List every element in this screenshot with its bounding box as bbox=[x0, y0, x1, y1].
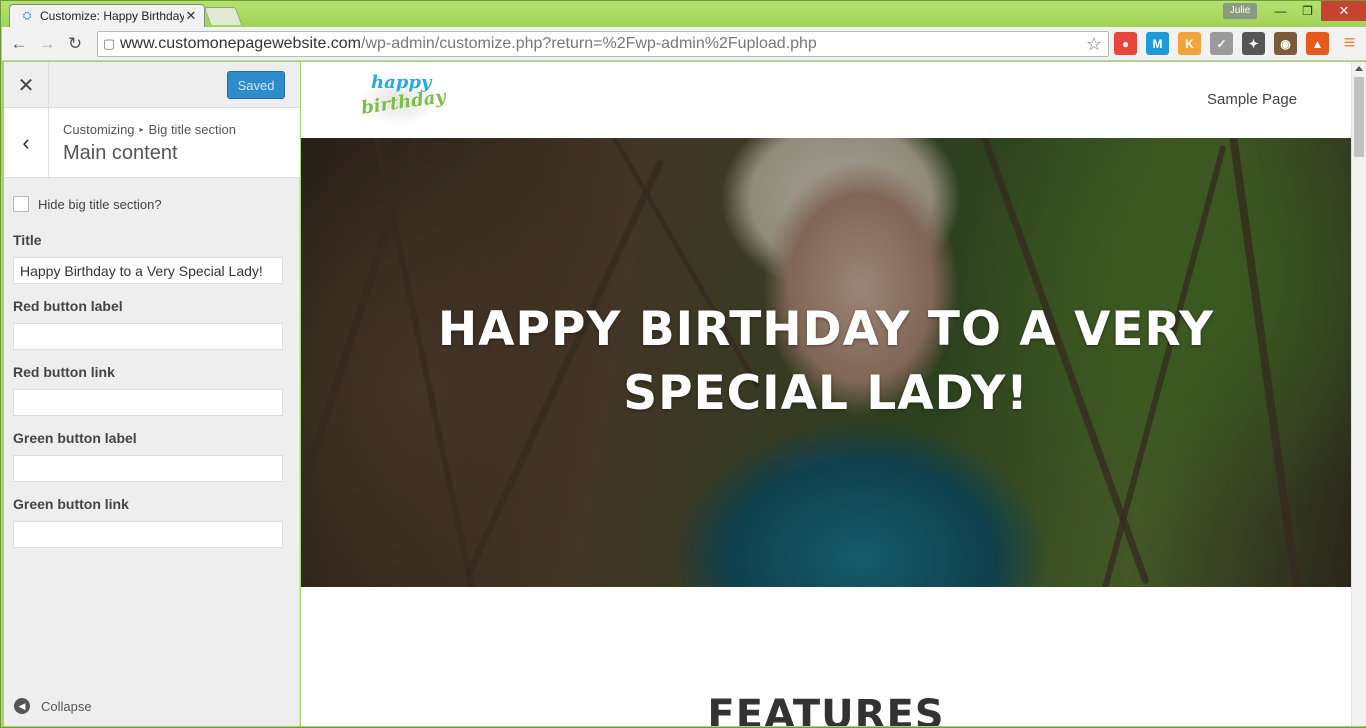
red-button-link-input[interactable] bbox=[13, 389, 283, 416]
green-button-label-label: Green button label bbox=[13, 430, 137, 446]
nav-sample-page-link[interactable]: Sample Page bbox=[1207, 91, 1297, 108]
browser-tab[interactable]: ⛭ Customize: Happy Birthday ✕ bbox=[9, 4, 205, 27]
url-domain: www.customonepagewebsite.com bbox=[120, 35, 362, 52]
wordpress-favicon-icon: ⛭ bbox=[22, 9, 32, 22]
extension-bar: ● M K ✓ ✦ ◉ ▲ ≡ bbox=[1114, 32, 1361, 55]
back-chevron-icon[interactable]: ‹ bbox=[4, 108, 49, 178]
menu-icon[interactable]: ≡ bbox=[1338, 32, 1361, 55]
site-logo[interactable]: happy birthday bbox=[359, 70, 447, 130]
camera-extension-icon[interactable]: ◉ bbox=[1274, 32, 1297, 55]
forward-arrow-icon[interactable]: → bbox=[36, 33, 58, 55]
green-button-label-input[interactable] bbox=[13, 455, 283, 482]
hide-section-label: Hide big title section? bbox=[38, 196, 162, 212]
hide-section-checkbox[interactable] bbox=[13, 196, 29, 212]
window-controls: — ❐ ✕ bbox=[1267, 1, 1366, 21]
customizer-sidebar: ✕ Saved ‹ Customizing ▸ Big title section … bbox=[4, 62, 300, 726]
collapse-arrow-icon: ◀ bbox=[14, 698, 30, 714]
browser-window: ⛭ Customize: Happy Birthday ✕ Julie — ❐ … bbox=[0, 0, 1366, 728]
features-heading: FEATURES bbox=[707, 692, 945, 726]
hero-title: HAPPY BIRTHDAY TO A VERY SPECIAL LADY! bbox=[437, 302, 1215, 421]
site-preview: happy birthday Sample Page HAPPY BIRTHDA… bbox=[301, 62, 1351, 726]
page-icon: ▢ bbox=[102, 36, 116, 51]
puzzle-extension-icon[interactable]: ✦ bbox=[1242, 32, 1265, 55]
breadcrumb: Customizing ▸ Big title section bbox=[63, 122, 236, 137]
browser-toolbar: ← → ↻ ▢ www.customonepagewebsite.com/wp-… bbox=[2, 27, 1366, 61]
breadcrumb-separator-icon: ▸ bbox=[139, 125, 144, 134]
collapse-label: Collapse bbox=[41, 698, 92, 714]
url-text: www.customonepagewebsite.com/wp-admin/cu… bbox=[120, 35, 817, 53]
red-button-label-label: Red button label bbox=[13, 298, 123, 314]
section-title: Main content bbox=[63, 142, 178, 164]
restore-icon[interactable]: ❐ bbox=[1294, 1, 1321, 21]
hero-section: HAPPY BIRTHDAY TO A VERY SPECIAL LADY! bbox=[301, 138, 1351, 587]
new-tab-button[interactable] bbox=[203, 7, 243, 25]
green-button-link-label: Green button link bbox=[13, 496, 129, 512]
k-extension-icon[interactable]: K bbox=[1178, 32, 1201, 55]
back-arrow-icon[interactable]: ← bbox=[8, 33, 30, 55]
close-customizer-icon[interactable]: ✕ bbox=[4, 62, 49, 108]
profile-user-chip[interactable]: Julie bbox=[1223, 3, 1257, 19]
address-bar[interactable]: ▢ www.customonepagewebsite.com/wp-admin/… bbox=[97, 31, 1109, 57]
reload-icon[interactable]: ↻ bbox=[64, 33, 86, 55]
breadcrumb-section: Big title section bbox=[148, 122, 236, 137]
window-close-icon[interactable]: ✕ bbox=[1321, 1, 1366, 21]
tab-title: Customize: Happy Birthday bbox=[40, 9, 184, 23]
scrollbar-thumb[interactable] bbox=[1354, 77, 1364, 157]
bookmark-star-icon[interactable]: ☆ bbox=[1086, 34, 1102, 55]
breadcrumb-root: Customizing bbox=[63, 122, 135, 137]
title-input[interactable] bbox=[13, 257, 283, 284]
minimize-icon[interactable]: — bbox=[1267, 1, 1294, 21]
section-controls: Hide big title section? Title Red button… bbox=[13, 194, 285, 562]
customizer-header: ✕ Saved bbox=[4, 62, 300, 108]
tab-close-icon[interactable]: ✕ bbox=[184, 8, 198, 24]
m-extension-icon[interactable]: M bbox=[1146, 32, 1169, 55]
collapse-button[interactable]: ◀ Collapse bbox=[14, 698, 92, 714]
section-header: ‹ Customizing ▸ Big title section Main con… bbox=[4, 108, 300, 178]
saved-button[interactable]: Saved bbox=[227, 71, 285, 99]
color-wheel-icon[interactable]: ● bbox=[1114, 32, 1137, 55]
check-extension-icon[interactable]: ✓ bbox=[1210, 32, 1233, 55]
green-button-link-input[interactable] bbox=[13, 521, 283, 548]
site-header: happy birthday Sample Page bbox=[301, 62, 1351, 138]
url-path: /wp-admin/customize.php?return=%2Fwp-adm… bbox=[361, 35, 817, 52]
red-button-link-label: Red button link bbox=[13, 364, 115, 380]
hide-section-row: Hide big title section? bbox=[13, 194, 285, 214]
red-button-label-input[interactable] bbox=[13, 323, 283, 350]
preview-scrollbar[interactable] bbox=[1351, 62, 1366, 726]
title-field-label: Title bbox=[13, 232, 42, 248]
scroll-up-arrow-icon[interactable] bbox=[1355, 66, 1363, 71]
title-bar: ⛭ Customize: Happy Birthday ✕ Julie — ❐ … bbox=[1, 1, 1366, 27]
fire-extension-icon[interactable]: ▲ bbox=[1306, 32, 1329, 55]
